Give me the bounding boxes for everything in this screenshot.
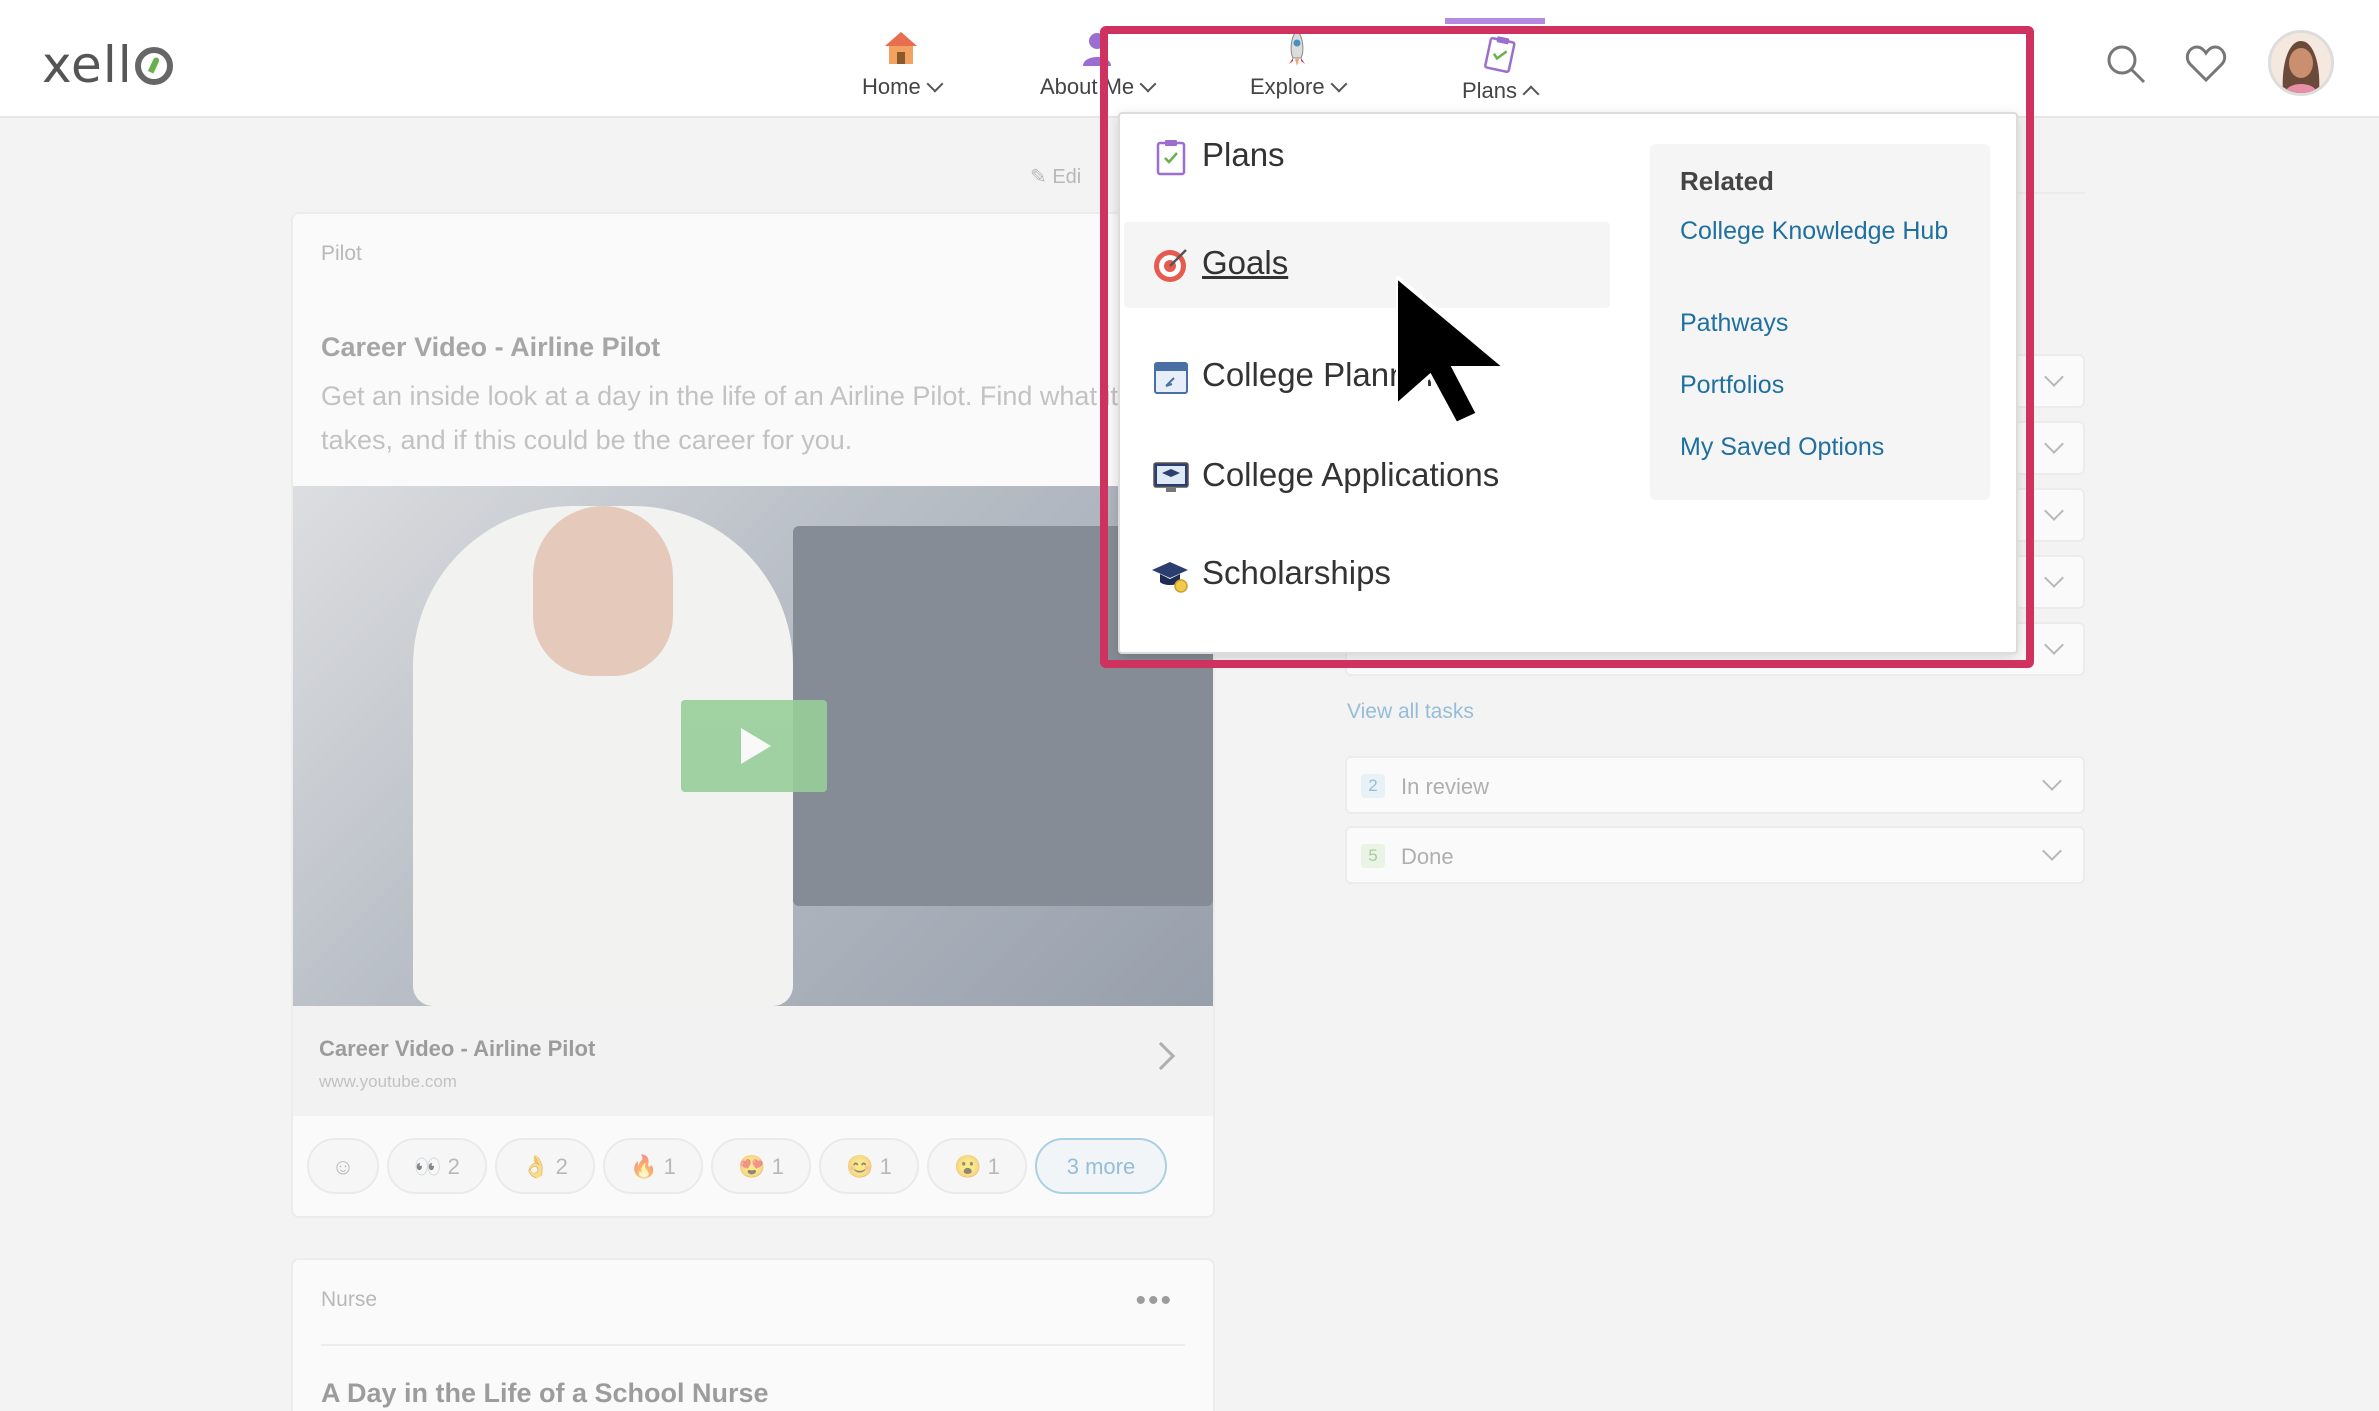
active-tab-indicator — [1445, 18, 1545, 24]
reaction-pill[interactable]: 😊 1 — [819, 1138, 919, 1194]
chevron-down-icon — [926, 75, 944, 93]
reaction-count: 1 — [771, 1154, 784, 1179]
chevron-down-icon — [2044, 635, 2064, 655]
card-title: Career Video - Airline Pilot — [321, 332, 661, 362]
reaction-pill[interactable]: 😮 1 — [927, 1138, 1027, 1194]
view-all-tasks-link[interactable]: View all tasks — [1347, 700, 1474, 724]
logo-o-mark — [134, 47, 173, 85]
divider — [321, 1344, 1185, 1346]
reaction-pill[interactable]: 😍 1 — [711, 1138, 811, 1194]
chevron-down-icon — [2044, 367, 2064, 387]
status-label: In review — [1401, 774, 1490, 799]
video-link-url: www.youtube.com — [319, 1072, 457, 1091]
video-link-footer[interactable]: Career Video - Airline Pilot www.youtube… — [293, 1006, 1213, 1116]
pilot-face — [533, 506, 673, 676]
reaction-emoji: 😍 — [738, 1154, 766, 1179]
avatar-portrait-icon — [2271, 33, 2331, 93]
status-label: Done — [1401, 844, 1454, 869]
card-tag: Pilot — [321, 242, 362, 265]
reaction-emoji: 😮 — [954, 1154, 982, 1179]
chevron-down-icon — [2042, 841, 2062, 861]
play-button[interactable] — [681, 700, 827, 792]
heart-icon[interactable] — [2184, 42, 2228, 86]
status-count: 2 — [1361, 774, 1385, 798]
reaction-pill[interactable]: 👀 2 — [387, 1138, 487, 1194]
more-reactions-button[interactable]: 3 more — [1035, 1138, 1167, 1194]
reaction-count: 1 — [879, 1154, 892, 1179]
logo-text: xell — [42, 36, 133, 94]
reaction-emoji: 👀 — [414, 1154, 442, 1179]
more-options-icon[interactable]: ••• — [1135, 1284, 1173, 1318]
reaction-pill[interactable]: 👌 2 — [495, 1138, 595, 1194]
nurse-card: Nurse ••• A Day in the Life of a School … — [291, 1258, 1215, 1411]
reaction-pill[interactable]: 🔥 1 — [603, 1138, 703, 1194]
xello-logo[interactable]: xell — [42, 36, 173, 94]
reaction-emoji: 👌 — [522, 1154, 550, 1179]
chevron-down-icon — [2044, 501, 2064, 521]
status-count: 5 — [1361, 844, 1385, 868]
chevron-down-icon — [2044, 434, 2064, 454]
card-description: Get an inside look at a day in the life … — [321, 381, 1118, 455]
reaction-count: 1 — [663, 1154, 676, 1179]
add-reaction-button[interactable]: ☺ — [307, 1138, 379, 1194]
avatar[interactable] — [2268, 30, 2334, 96]
reaction-count: 2 — [447, 1154, 460, 1179]
edit-link[interactable]: ✎ Edi — [1030, 164, 1081, 189]
card-tag: Nurse — [321, 1288, 378, 1311]
house-icon — [885, 32, 918, 64]
status-done[interactable]: 5 Done — [1345, 826, 2085, 884]
reaction-count: 2 — [555, 1154, 568, 1179]
edit-label: Edi — [1052, 166, 1082, 188]
nav-home-label: Home — [862, 74, 921, 99]
card-title: A Day in the Life of a School Nurse — [321, 1378, 769, 1408]
video-link-title: Career Video - Airline Pilot — [319, 1036, 596, 1061]
chevron-down-icon — [2042, 771, 2062, 791]
reaction-emoji: 😊 — [846, 1154, 874, 1179]
chevron-right-icon — [1146, 1041, 1176, 1071]
status-in-review[interactable]: 2 In review — [1345, 756, 2085, 814]
highlight-frame — [1100, 26, 2034, 668]
mouse-pointer-icon — [1396, 276, 1512, 426]
search-icon[interactable] — [2104, 42, 2148, 86]
reaction-emoji: 🔥 — [630, 1154, 658, 1179]
reaction-count: 1 — [987, 1154, 1000, 1179]
career-video-card: Pilot Career Video - Airline Pilot Get a… — [291, 212, 1215, 1218]
nav-home[interactable]: Home — [862, 28, 944, 100]
video-thumbnail[interactable] — [293, 486, 1213, 1006]
chevron-down-icon — [2044, 568, 2064, 588]
